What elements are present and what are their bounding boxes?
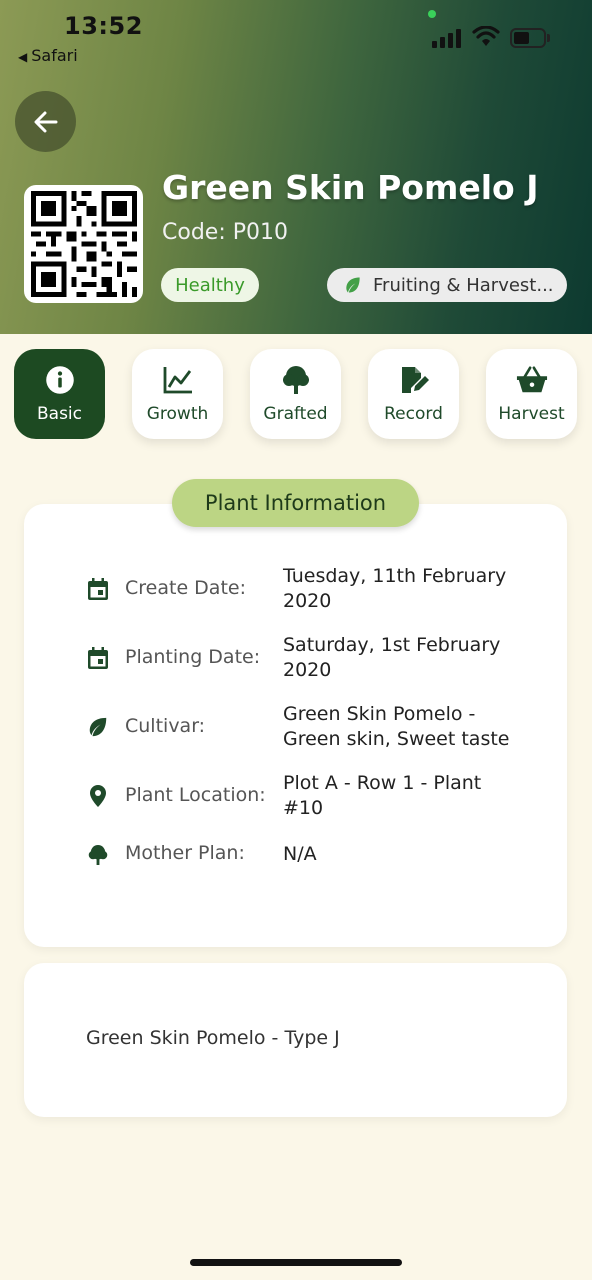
create-date-label: Create Date: xyxy=(125,577,246,599)
cellular-signal-icon xyxy=(432,28,464,48)
calendar-icon xyxy=(86,577,110,601)
status-time: 13:52 xyxy=(64,12,143,40)
mother-plan-value: N/A xyxy=(283,843,317,865)
tab-harvest[interactable]: Harvest xyxy=(486,349,577,439)
info-icon xyxy=(44,364,76,396)
tree-icon xyxy=(86,843,110,867)
growth-stage-badge: Fruiting & Harvest... xyxy=(327,268,567,302)
tab-growth[interactable]: Growth xyxy=(132,349,223,439)
health-status-badge: Healthy xyxy=(161,268,259,302)
tab-harvest-label: Harvest xyxy=(498,404,565,424)
tab-basic-label: Basic xyxy=(36,404,82,424)
tab-basic[interactable]: Basic xyxy=(14,349,105,439)
planting-date-value: Saturday, 1st February 2020 xyxy=(283,634,501,681)
calendar-icon xyxy=(86,646,110,670)
tab-record-label: Record xyxy=(384,404,443,424)
leaf-icon xyxy=(346,277,360,293)
qr-code-icon xyxy=(30,191,137,297)
cultivar-value: Green Skin Pomelo - Green skin, Sweet ta… xyxy=(283,703,510,750)
back-button[interactable] xyxy=(15,91,76,152)
camera-indicator-dot xyxy=(428,10,436,18)
tab-growth-label: Growth xyxy=(146,404,209,424)
plant-location-value: Plot A - Row 1 - Plant #10 xyxy=(283,772,482,819)
leaf-icon xyxy=(86,715,110,739)
plant-qr-code[interactable] xyxy=(24,185,143,303)
plant-location-label: Plant Location: xyxy=(125,784,266,806)
edit-note-icon xyxy=(398,364,430,396)
arrow-left-icon xyxy=(34,111,57,132)
status-bar: 13:52 ◀ Safari xyxy=(0,0,592,80)
section-tabs: Basic Growth Grafted Record Harvest xyxy=(0,349,592,439)
plant-description: Green Skin Pomelo - Type J xyxy=(86,1027,340,1049)
tab-record[interactable]: Record xyxy=(368,349,459,439)
plant-information-card: Create Date: Tuesday, 11th February 2020… xyxy=(24,504,567,947)
back-triangle-icon: ◀ xyxy=(18,50,28,64)
plant-code: Code: P010 xyxy=(162,220,288,245)
battery-icon xyxy=(510,28,550,48)
create-date-value: Tuesday, 11th February 2020 xyxy=(283,565,507,612)
home-indicator[interactable] xyxy=(190,1259,402,1266)
tab-grafted[interactable]: Grafted xyxy=(250,349,341,439)
planting-date-label: Planting Date: xyxy=(125,646,261,668)
description-card: Green Skin Pomelo - Type J xyxy=(24,963,567,1117)
wifi-icon xyxy=(472,25,500,48)
tab-grafted-label: Grafted xyxy=(263,404,328,424)
tree-icon xyxy=(280,364,312,396)
location-pin-icon xyxy=(86,784,110,808)
back-app-label: Safari xyxy=(31,46,78,65)
chart-line-icon xyxy=(162,364,194,396)
growth-stage-label: Fruiting & Harvest... xyxy=(373,274,554,296)
mother-plan-label: Mother Plan: xyxy=(125,842,245,864)
plant-name: Green Skin Pomelo J xyxy=(162,168,539,207)
cultivar-label: Cultivar: xyxy=(125,715,206,737)
basket-icon xyxy=(516,364,548,396)
back-to-app-link[interactable]: ◀ Safari xyxy=(18,46,78,65)
plant-information-title: Plant Information xyxy=(172,479,419,527)
